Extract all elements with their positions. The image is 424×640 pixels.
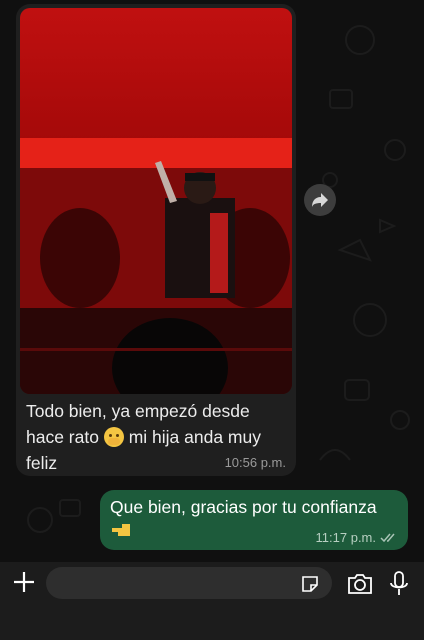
video-thumbnail[interactable] bbox=[20, 8, 292, 394]
text-line-2b: mi hija anda muy bbox=[123, 427, 261, 447]
camera-icon[interactable] bbox=[346, 572, 374, 596]
read-receipt-icon bbox=[380, 533, 395, 543]
outgoing-meta: 11:17 p.m. bbox=[316, 530, 398, 545]
text-line-3: feliz bbox=[26, 453, 58, 473]
shushing-face-emoji-icon bbox=[103, 427, 124, 447]
text-line-2a: hace rato bbox=[26, 427, 104, 447]
incoming-message-bubble[interactable]: Todo bien, ya empezó desde hace rato mi … bbox=[16, 4, 296, 476]
concert-image bbox=[20, 8, 292, 394]
outgoing-message-text: Que bien, gracias por tu confianza bbox=[110, 497, 377, 517]
forward-icon bbox=[312, 193, 328, 207]
microphone-icon[interactable] bbox=[388, 570, 410, 598]
incoming-timestamp: 10:56 p.m. bbox=[224, 455, 286, 470]
chat-background: Todo bien, ya empezó desde hace rato mi … bbox=[0, 0, 424, 562]
pointing-hand-emoji-icon bbox=[112, 524, 130, 536]
sticker-icon[interactable] bbox=[300, 574, 320, 594]
message-input[interactable] bbox=[46, 567, 332, 599]
forward-button[interactable] bbox=[304, 184, 336, 216]
outgoing-timestamp: 11:17 p.m. bbox=[315, 530, 376, 545]
outgoing-message-bubble[interactable]: Que bien, gracias por tu confianza 11:17… bbox=[100, 490, 408, 550]
composer-bar bbox=[0, 562, 424, 640]
plus-icon[interactable] bbox=[10, 568, 38, 596]
text-line-1: Todo bien, ya empezó desde bbox=[26, 401, 250, 421]
